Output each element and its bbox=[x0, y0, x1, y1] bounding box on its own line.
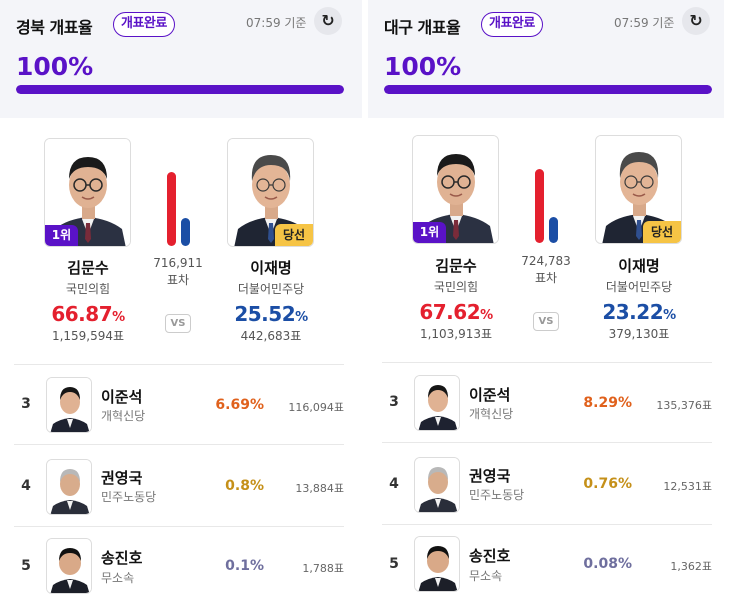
refresh-icon: ↻ bbox=[689, 11, 703, 30]
candidate-name: 권영국 bbox=[469, 467, 511, 485]
candidate-party: 민주노동당 bbox=[101, 490, 157, 504]
vote-margin-label: 표차 bbox=[534, 271, 558, 285]
panel-header: 경북 개표율 개표완료 07:59 기준 ↻ 100% bbox=[0, 0, 362, 118]
candidate-party: 무소속 bbox=[469, 569, 503, 583]
status-badge: 개표완료 bbox=[113, 12, 175, 37]
elected-badge: 당선 bbox=[643, 221, 681, 243]
region-panel-gyeongbuk: 경북 개표율 개표완료 07:59 기준 ↻ 100% 1위 716,911 표… bbox=[0, 0, 362, 605]
winner-party: 더불어민주당 bbox=[237, 282, 305, 296]
candidate-votes: 12,531표 bbox=[663, 480, 712, 493]
candidate-photo-lee: 당선 bbox=[595, 135, 682, 244]
candidate-percentage: 0.08% bbox=[583, 556, 632, 572]
candidate-name: 권영국 bbox=[101, 469, 143, 487]
refresh-button[interactable]: ↻ bbox=[314, 7, 342, 35]
candidate-photo-kwon bbox=[46, 459, 92, 515]
rank-number: 4 bbox=[21, 478, 31, 494]
candidate-votes: 13,884표 bbox=[295, 482, 344, 495]
divider bbox=[14, 364, 344, 365]
candidate-party: 민주노동당 bbox=[469, 488, 525, 502]
leader-party: 국민의힘 bbox=[65, 282, 111, 296]
winner-percentage: 23.22% bbox=[602, 300, 676, 324]
candidate-votes: 116,094표 bbox=[288, 401, 344, 414]
elected-badge: 당선 bbox=[275, 224, 313, 246]
leader-name: 김문수 bbox=[435, 257, 477, 275]
candidate-name: 이준석 bbox=[101, 388, 143, 406]
region-title: 경북 개표율 bbox=[16, 18, 93, 37]
candidate-percentage: 8.29% bbox=[583, 395, 632, 411]
rank-badge: 1위 bbox=[45, 225, 78, 246]
divider bbox=[382, 524, 712, 525]
candidate-photo-lee-junseok bbox=[414, 375, 460, 431]
vs-badge: VS bbox=[165, 314, 191, 333]
candidate-percentage: 0.76% bbox=[583, 476, 632, 492]
candidate-photo-song bbox=[414, 536, 460, 592]
candidate-name: 송진호 bbox=[101, 549, 143, 567]
candidate-party: 개혁신당 bbox=[469, 407, 514, 421]
rank-number: 5 bbox=[389, 556, 399, 572]
candidate-photo-kwon bbox=[414, 457, 460, 513]
candidate-party: 개혁신당 bbox=[101, 409, 146, 423]
status-badge: 개표완료 bbox=[481, 12, 543, 37]
leader-name: 김문수 bbox=[67, 259, 109, 277]
progress-bar-fill bbox=[384, 85, 712, 94]
leader-percentage: 67.62% bbox=[419, 300, 493, 324]
vote-margin-value: 716,911 bbox=[153, 256, 203, 270]
rank-badge: 1위 bbox=[413, 222, 446, 243]
update-time: 07:59 기준 bbox=[614, 16, 675, 30]
candidate-percentage: 0.1% bbox=[225, 558, 264, 574]
update-time: 07:59 기준 bbox=[246, 16, 307, 30]
leader-votes: 1,103,913표 bbox=[419, 327, 493, 341]
candidate-votes: 1,788표 bbox=[302, 562, 344, 575]
leader-party: 국민의힘 bbox=[433, 280, 479, 294]
winner-share-bar bbox=[181, 218, 190, 246]
rank-number: 3 bbox=[389, 394, 399, 410]
candidate-party: 무소속 bbox=[101, 571, 135, 585]
divider bbox=[382, 442, 712, 443]
candidate-percentage: 0.8% bbox=[225, 478, 264, 494]
candidate-photo-kim: 1위 bbox=[412, 135, 499, 244]
winner-name: 이재명 bbox=[618, 257, 660, 275]
rank-number: 5 bbox=[21, 558, 31, 574]
candidate-photo-lee: 당선 bbox=[227, 138, 314, 247]
winner-party: 더불어민주당 bbox=[605, 280, 673, 294]
candidate-votes: 1,362표 bbox=[670, 560, 712, 573]
divider bbox=[14, 444, 344, 445]
leader-votes: 1,159,594표 bbox=[51, 329, 125, 343]
winner-name: 이재명 bbox=[250, 259, 292, 277]
progress-text: 100% bbox=[16, 52, 94, 81]
vote-margin-label: 표차 bbox=[166, 273, 190, 287]
rank-number: 4 bbox=[389, 476, 399, 492]
refresh-icon: ↻ bbox=[321, 11, 335, 30]
leader-percentage: 66.87% bbox=[51, 302, 125, 326]
region-panel-daegu: 대구 개표율 개표완료 07:59 기준 ↻ 100% 1위 724,783 표… bbox=[368, 0, 724, 605]
leader-share-bar bbox=[535, 169, 544, 243]
winner-percentage: 25.52% bbox=[234, 302, 308, 326]
vs-badge: VS bbox=[533, 312, 559, 331]
candidate-percentage: 6.69% bbox=[215, 397, 264, 413]
candidate-photo-lee-junseok bbox=[46, 377, 92, 433]
candidate-name: 이준석 bbox=[469, 386, 511, 404]
candidate-photo-kim: 1위 bbox=[44, 138, 131, 247]
vote-margin-value: 724,783 bbox=[521, 254, 571, 268]
winner-votes: 379,130표 bbox=[608, 327, 670, 341]
panel-header: 대구 개표율 개표완료 07:59 기준 ↻ 100% bbox=[368, 0, 724, 118]
candidate-name: 송진호 bbox=[469, 547, 511, 565]
candidate-votes: 135,376표 bbox=[656, 399, 712, 412]
winner-votes: 442,683표 bbox=[240, 329, 302, 343]
rank-number: 3 bbox=[21, 396, 31, 412]
progress-bar bbox=[16, 85, 344, 94]
divider bbox=[382, 362, 712, 363]
progress-text: 100% bbox=[384, 52, 462, 81]
progress-bar bbox=[384, 85, 712, 94]
divider bbox=[14, 526, 344, 527]
leader-share-bar bbox=[167, 172, 176, 246]
refresh-button[interactable]: ↻ bbox=[682, 7, 710, 35]
region-title: 대구 개표율 bbox=[384, 18, 461, 37]
progress-bar-fill bbox=[16, 85, 344, 94]
candidate-photo-song bbox=[46, 538, 92, 594]
winner-share-bar bbox=[549, 217, 558, 243]
